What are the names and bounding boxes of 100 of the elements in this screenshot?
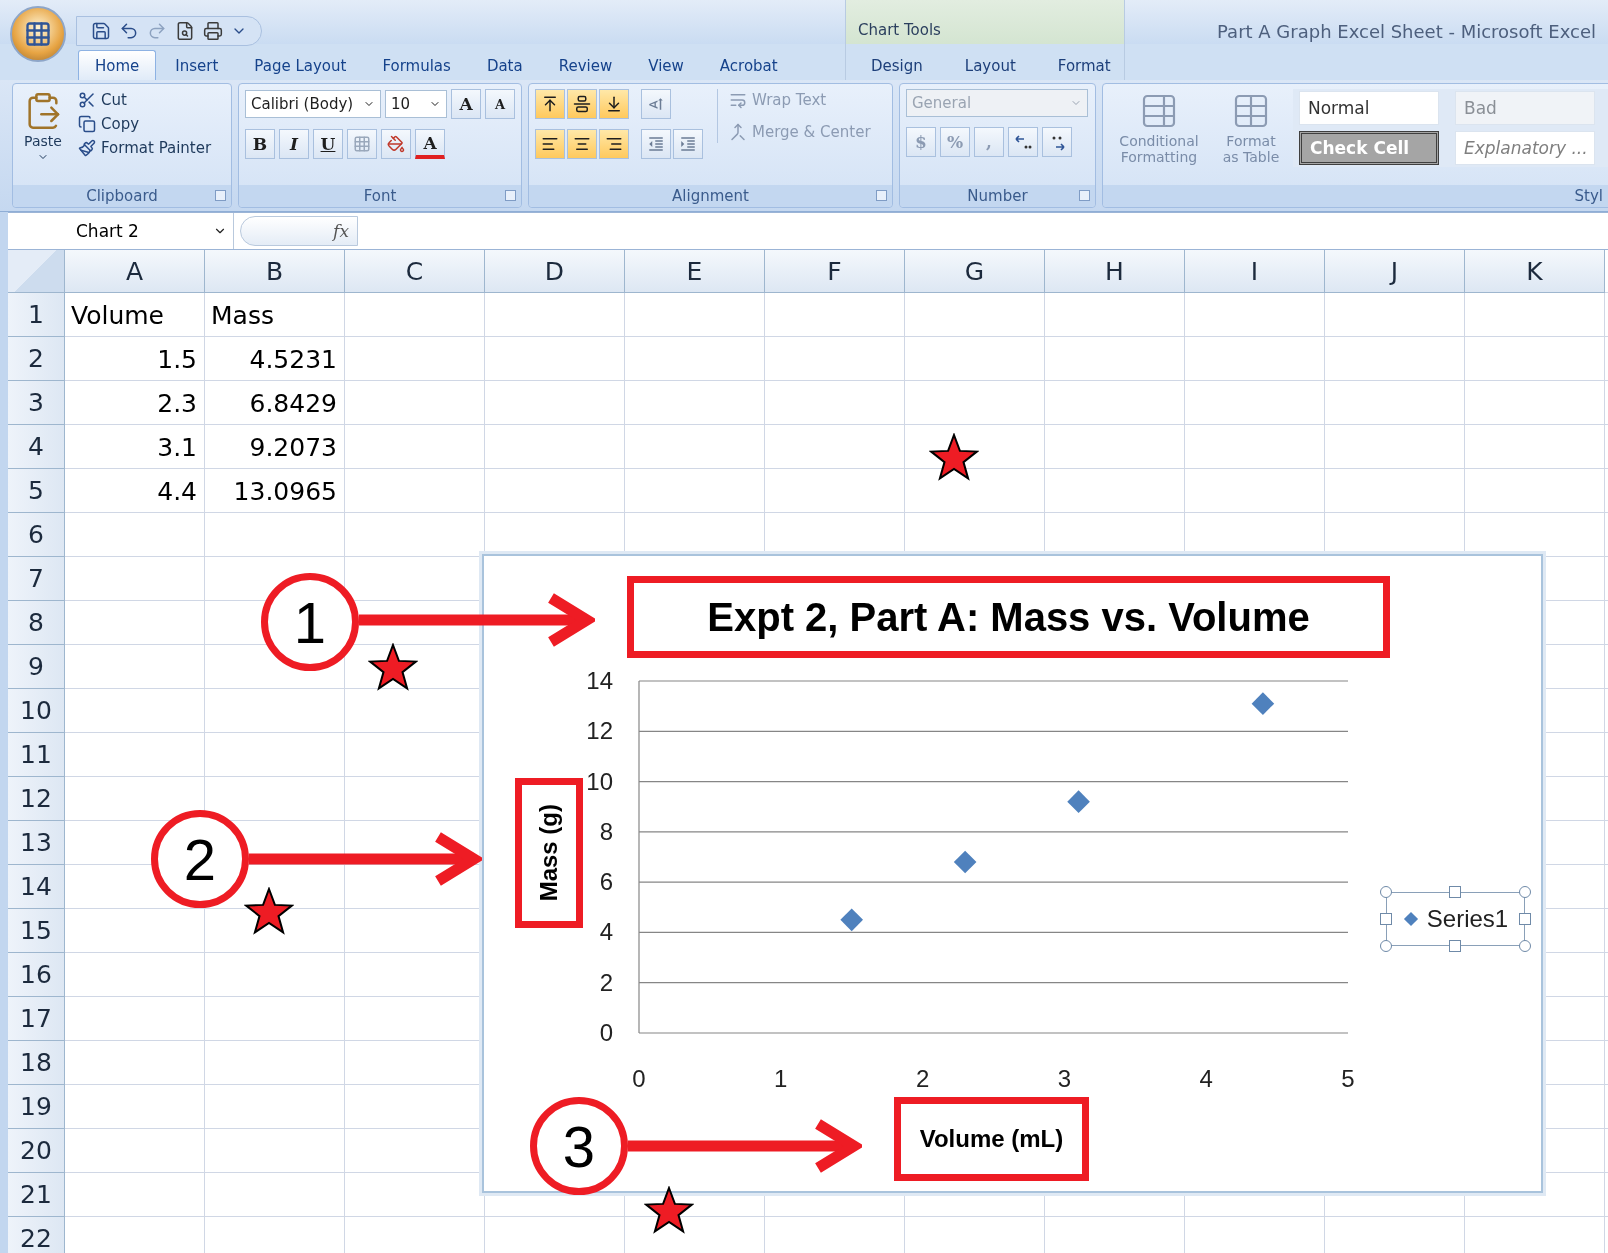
selection-handle[interactable] <box>1449 940 1461 952</box>
ribbon-tab[interactable]: Layout <box>943 50 1037 80</box>
align-bottom-icon <box>605 95 623 113</box>
ribbon-tab[interactable]: View <box>631 50 701 80</box>
redo-icon[interactable] <box>147 21 167 41</box>
increase-indent-button[interactable] <box>673 129 703 159</box>
italic-button[interactable]: I <box>279 129 309 159</box>
command-button[interactable]: Copy <box>75 113 215 135</box>
font-size-field[interactable]: 10 <box>385 90 447 118</box>
row-header[interactable]: 9 <box>8 645 65 689</box>
undo-icon[interactable] <box>119 21 139 41</box>
selection-handle[interactable] <box>1519 913 1531 925</box>
shrink-font-button[interactable]: A <box>485 89 515 119</box>
column-header[interactable]: A <box>65 250 205 293</box>
selection-handle[interactable] <box>1380 940 1392 952</box>
bold-button[interactable]: B <box>245 129 275 159</box>
align-top-button[interactable] <box>535 89 565 119</box>
borders-button[interactable] <box>347 129 377 159</box>
axis-title: Volume (mL) <box>919 1125 1064 1153</box>
column-header[interactable]: J <box>1325 250 1465 293</box>
align-left-icon <box>541 135 559 153</box>
dialog-launcher-icon[interactable] <box>505 190 516 201</box>
row-header[interactable]: 6 <box>8 513 65 557</box>
ribbon-tab[interactable]: Insert <box>158 50 236 80</box>
column-header[interactable]: E <box>625 250 765 293</box>
ribbon-tab[interactable]: Acrobat <box>702 50 795 80</box>
row-header[interactable]: 1 <box>8 293 65 337</box>
name-box[interactable]: Chart 2 <box>8 213 234 249</box>
column-header[interactable]: K <box>1465 250 1605 293</box>
dialog-launcher-icon[interactable] <box>1079 190 1090 201</box>
grid-icon <box>24 20 52 48</box>
print-preview-icon[interactable] <box>175 21 195 41</box>
save-icon[interactable] <box>91 21 111 41</box>
row-header[interactable]: 19 <box>8 1085 65 1129</box>
align-center-button[interactable] <box>567 129 597 159</box>
align-left-button[interactable] <box>535 129 565 159</box>
column-header[interactable]: H <box>1045 250 1185 293</box>
selection-handle[interactable] <box>1449 886 1461 898</box>
grow-font-button[interactable]: A <box>451 89 481 119</box>
insert-function-button[interactable]: fx <box>240 216 358 246</box>
column-header[interactable]: F <box>765 250 905 293</box>
office-button[interactable] <box>10 6 66 62</box>
dialog-launcher-icon[interactable] <box>215 190 226 201</box>
row-header[interactable]: 3 <box>8 381 65 425</box>
align-right-button[interactable] <box>599 129 629 159</box>
increase-decimal-button[interactable] <box>1008 127 1038 157</box>
ribbon-tab[interactable]: Format <box>1036 50 1132 80</box>
font-color-button[interactable]: A <box>415 129 445 159</box>
column-header[interactable]: I <box>1185 250 1325 293</box>
selection-handle[interactable] <box>1380 886 1392 898</box>
column-header[interactable]: G <box>905 250 1045 293</box>
scissors-icon <box>78 91 96 109</box>
row-header[interactable]: 13 <box>8 821 65 865</box>
row-header[interactable]: 22 <box>8 1217 65 1253</box>
row-header[interactable]: 16 <box>8 953 65 997</box>
star-icon <box>929 433 979 483</box>
row-header[interactable]: 18 <box>8 1041 65 1085</box>
row-header[interactable]: 2 <box>8 337 65 381</box>
selection-handle[interactable] <box>1519 886 1531 898</box>
cell-style-option[interactable]: Explanatory ... <box>1455 131 1595 165</box>
orientation-button[interactable] <box>641 89 671 119</box>
row-header[interactable]: 21 <box>8 1173 65 1217</box>
font-name-field[interactable]: Calibri (Body) <box>245 90 381 118</box>
column-header[interactable]: B <box>205 250 345 293</box>
ribbon-tab[interactable]: Home <box>78 50 157 80</box>
fill-color-button[interactable] <box>381 129 411 159</box>
column-header[interactable]: C <box>345 250 485 293</box>
row-header[interactable]: 11 <box>8 733 65 777</box>
row-header[interactable]: 7 <box>8 557 65 601</box>
selection-handle[interactable] <box>1519 940 1531 952</box>
row-header[interactable]: 14 <box>8 865 65 909</box>
field-value: 10 <box>391 95 411 113</box>
row-header[interactable]: 17 <box>8 997 65 1041</box>
ribbon-tab[interactable]: Design <box>850 50 944 80</box>
row-header[interactable]: 10 <box>8 689 65 733</box>
ribbon-tab[interactable]: Page Layout <box>237 50 364 80</box>
row-header[interactable]: 8 <box>8 601 65 645</box>
selection-handle[interactable] <box>1380 913 1392 925</box>
paste-button[interactable]: Paste <box>19 89 67 166</box>
ribbon-tab[interactable]: Formulas <box>365 50 468 80</box>
align-middle-button[interactable] <box>567 89 597 119</box>
ribbon-tab[interactable]: Review <box>541 50 630 80</box>
decrease-decimal-button[interactable] <box>1042 127 1072 157</box>
tick-label: 4 <box>599 918 613 946</box>
ribbon-tab[interactable]: Data <box>469 50 540 80</box>
underline-button[interactable]: U <box>313 129 343 159</box>
align-bottom-button[interactable] <box>599 89 629 119</box>
command-button[interactable]: Format Painter <box>75 137 215 159</box>
printer-icon[interactable] <box>203 21 223 41</box>
command-button[interactable]: Cut <box>75 89 215 111</box>
row-header[interactable]: 15 <box>8 909 65 953</box>
cell-style-option[interactable]: Normal <box>1299 91 1439 125</box>
decrease-indent-button[interactable] <box>641 129 671 159</box>
column-header[interactable]: D <box>485 250 625 293</box>
row-header[interactable]: 5 <box>8 469 65 513</box>
row-header[interactable]: 12 <box>8 777 65 821</box>
row-header[interactable]: 20 <box>8 1129 65 1173</box>
axis-title: Mass (g) <box>535 804 563 902</box>
dialog-launcher-icon[interactable] <box>876 190 887 201</box>
row-header[interactable]: 4 <box>8 425 65 469</box>
